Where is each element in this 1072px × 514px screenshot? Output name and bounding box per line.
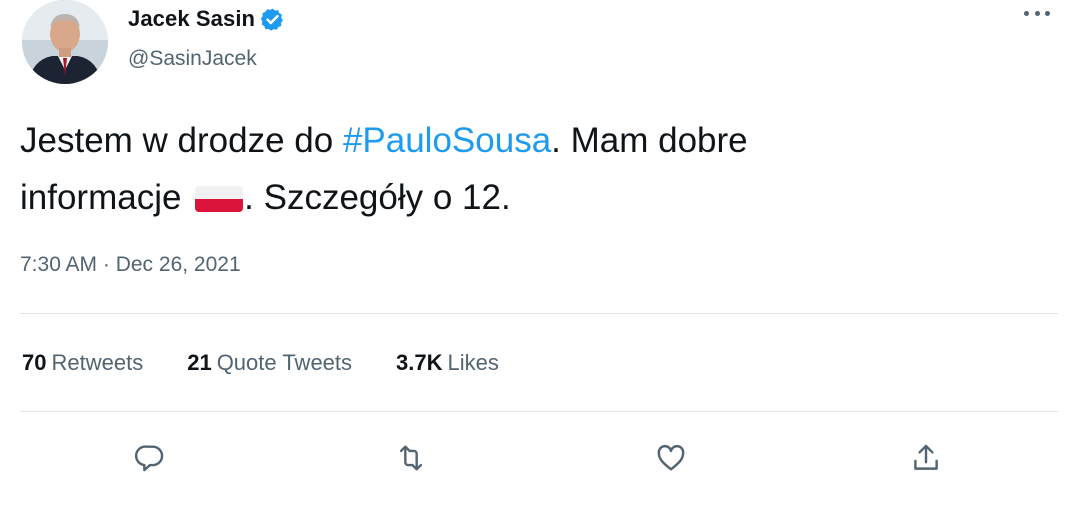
tweet-timestamp[interactable]: 7:30 AM · Dec 26, 2021 xyxy=(20,253,241,277)
tweet-card: Jacek Sasin @SasinJacek Jestem w drodze … xyxy=(0,0,1072,514)
retweets-count: 70 xyxy=(22,350,47,375)
likes-count: 3.7K xyxy=(396,350,443,375)
author-name-row: Jacek Sasin xyxy=(128,4,285,34)
hashtag-link[interactable]: #PauloSousa xyxy=(343,121,551,160)
tweet-text-part: . Szczegóły o 12. xyxy=(244,178,511,217)
more-dot xyxy=(1034,10,1040,16)
divider xyxy=(20,411,1058,412)
more-icon[interactable] xyxy=(1024,8,1050,18)
divider xyxy=(20,313,1058,314)
likes-label: Likes xyxy=(447,350,499,375)
avatar[interactable] xyxy=(22,0,108,84)
avatar-image xyxy=(22,0,108,84)
quote-tweets-label: Quote Tweets xyxy=(216,350,353,375)
tweet-text-part: Jestem w drodze do xyxy=(20,121,343,160)
like-button[interactable] xyxy=(651,438,691,478)
tweet-stats: 70 Retweets 21 Quote Tweets 3.7K Likes xyxy=(22,350,543,376)
heart-icon xyxy=(657,444,685,471)
share-button[interactable] xyxy=(906,438,946,478)
author-handle[interactable]: @SasinJacek xyxy=(128,47,257,71)
poland-flag-icon xyxy=(195,186,244,212)
tweet-text: Jestem w drodze do #PauloSousa. Mam dobr… xyxy=(20,112,1040,226)
reply-icon xyxy=(134,445,164,472)
tweet-text-part: . Mam dobre xyxy=(551,121,748,160)
likes-stat[interactable]: 3.7K Likes xyxy=(396,350,499,376)
retweet-icon xyxy=(399,445,423,471)
more-dot xyxy=(1024,10,1029,16)
author-display-name[interactable]: Jacek Sasin xyxy=(128,6,255,32)
quote-tweets-count: 21 xyxy=(187,350,212,375)
retweets-stat[interactable]: 70 Retweets xyxy=(22,350,143,376)
quote-tweets-stat[interactable]: 21 Quote Tweets xyxy=(187,350,352,376)
reply-button[interactable] xyxy=(130,438,170,478)
tweet-text-part: informacje xyxy=(20,178,192,217)
more-dot xyxy=(1045,10,1050,16)
verified-badge-icon xyxy=(260,7,285,32)
retweet-button[interactable] xyxy=(391,438,431,478)
tweet-actions xyxy=(0,438,1072,478)
share-icon xyxy=(914,444,938,470)
retweets-label: Retweets xyxy=(51,350,144,375)
